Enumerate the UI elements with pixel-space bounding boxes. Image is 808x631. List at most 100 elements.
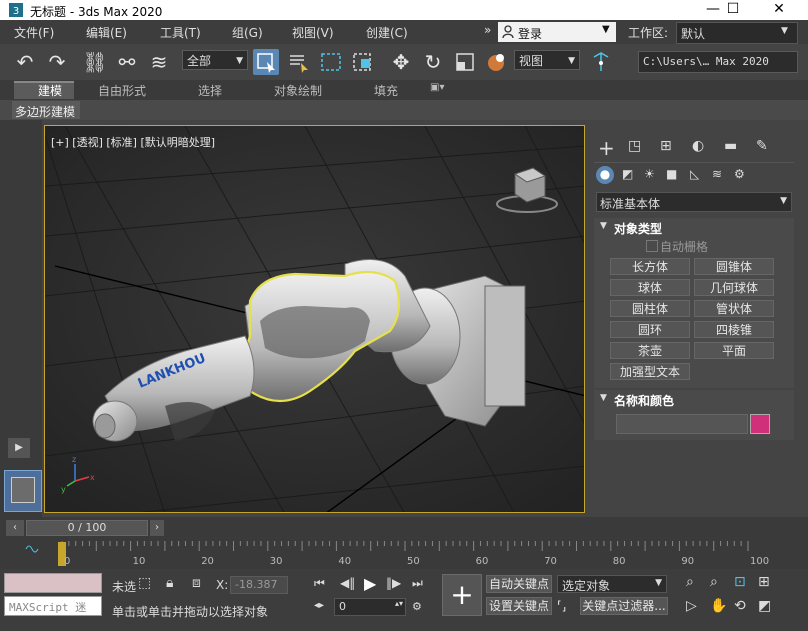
lights-icon[interactable]: ☀ [644,167,655,181]
viewport-layout-button[interactable] [4,470,42,512]
workspace-select[interactable]: 默认 ▼ [676,22,798,44]
play-icon[interactable]: ▶ [364,574,376,593]
utilities-tab-icon[interactable]: ✎ [756,138,768,154]
collapse-icon[interactable]: ▼ [600,393,607,403]
shapes-icon[interactable]: ◩ [622,167,633,181]
display-tab-icon[interactable]: ▬ [724,138,737,154]
menu-view[interactable]: 视图(V) [292,24,334,41]
hierarchy-tab-icon[interactable]: ⊞ [660,138,672,154]
pivot-center-icon[interactable] [588,49,614,75]
chevron-right-icon[interactable]: › [150,520,164,536]
zoom-all-icon[interactable]: ⌕ [710,574,718,590]
go-to-end-icon[interactable]: ⏭ [412,576,423,591]
maximize-viewport-icon[interactable]: ◩ [758,598,771,614]
track-bar[interactable]: 0 10 20 30 40 50 60 70 80 90 100 [0,539,808,569]
auto-key-button[interactable]: 自动关键点 [486,575,552,593]
undo-icon[interactable]: ↶ [12,49,38,75]
redo-icon[interactable]: ↷ [44,49,70,75]
object-name-input[interactable] [616,414,748,434]
tab-object-paint[interactable]: 对象绘制 [274,82,322,99]
zoom-icon[interactable]: ⌕ [686,574,694,590]
tab-modeling[interactable]: 建模 [38,82,62,99]
menu-file[interactable]: 文件(F) [14,24,54,41]
create-pyramid-button[interactable]: 四棱锥 [694,321,774,338]
menu-overflow-button[interactable]: » [484,23,491,37]
link-icon[interactable]: ⛓ [82,49,108,75]
create-box-button[interactable]: 长方体 [610,258,690,275]
maximize-button[interactable]: ☐ [710,0,756,20]
helpers-icon[interactable]: ◺ [690,167,699,181]
create-tab-icon[interactable]: + [598,136,615,160]
isolate-selection-icon[interactable]: ⬚ [138,575,151,591]
select-object-icon[interactable] [253,49,279,75]
autogrid-checkbox[interactable] [646,240,658,252]
ribbon-options-icon[interactable]: ▣▾ [430,82,444,93]
create-cylinder-button[interactable]: 圆柱体 [610,300,690,317]
menu-tools[interactable]: 工具(T) [160,24,201,41]
maxscript-input[interactable]: MAXScript 迷 [4,596,102,616]
expand-right-icon[interactable]: ▶ [8,438,30,458]
menu-edit[interactable]: 编辑(E) [86,24,127,41]
time-config-icon[interactable]: ⚙ [412,600,422,613]
set-key-button[interactable]: 设置关键点 [486,597,552,615]
project-path-field[interactable]: C:\Users\… Max 2020 [638,51,798,73]
create-cone-button[interactable]: 圆锥体 [694,258,774,275]
polygon-modeling-panel[interactable]: 多边形建模 [12,101,80,119]
pan-icon[interactable]: ✋ [710,598,727,614]
menu-create[interactable]: 创建(C) [366,24,408,41]
tab-freeform[interactable]: 自由形式 [98,82,146,99]
move-icon[interactable]: ✥ [388,49,414,75]
x-coordinate-field[interactable]: -18.387 [230,576,288,594]
key-mode-icon[interactable]: ◂▸ [314,600,324,611]
create-geosphere-button[interactable]: 几何球体 [694,279,774,296]
selection-filter-select[interactable]: 全部 ▼ [182,50,248,70]
collapse-icon[interactable]: ▼ [600,221,607,231]
rect-selection-region-icon[interactable] [318,49,344,75]
field-of-view-icon[interactable]: ▷ [686,598,697,614]
next-frame-icon[interactable]: ‖▶ [386,576,401,590]
selected-object-select[interactable]: 选定对象 ▼ [557,575,667,593]
systems-icon[interactable]: ⚙ [734,167,745,181]
perspective-viewport[interactable]: LANKHOU z x y [+] [透视] [标准] [默认明暗处理] [44,125,585,513]
key-filters-button[interactable]: 关键点过滤器... [580,597,668,615]
motion-tab-icon[interactable]: ◐ [692,138,704,154]
close-button[interactable]: ✕ [756,0,802,20]
ref-coord-select[interactable]: 视图 ▼ [514,50,580,70]
time-slider-thumb[interactable]: 0 / 100 [26,520,148,536]
tab-populate[interactable]: 填充 [374,82,398,99]
orbit-icon[interactable]: ⟲ [734,598,746,614]
tab-selection[interactable]: 选择 [198,82,222,99]
zoom-extents-all-icon[interactable]: ⊞ [758,574,770,590]
viewport-label-menu[interactable]: [+] [透视] [标准] [默认明暗处理] [51,134,215,150]
lock-icon[interactable]: 🔒︎ [166,575,173,591]
zoom-extents-icon[interactable]: ⊡ [734,574,746,590]
create-sphere-button[interactable]: 球体 [610,279,690,296]
absolute-mode-icon[interactable]: ⧈ [192,575,201,591]
cameras-icon[interactable]: ■ [666,167,677,181]
previous-frame-icon[interactable]: ◀‖ [340,576,355,590]
modify-tab-icon[interactable]: ◳ [628,138,641,154]
set-key-large-button[interactable]: + [442,574,482,616]
menu-group[interactable]: 组(G) [232,24,263,41]
current-frame-spinner[interactable]: 0 ▴▾ [334,598,406,616]
login-dropdown[interactable]: 登录 ▼ [498,22,616,42]
object-color-swatch[interactable] [750,414,770,434]
geometry-icon[interactable]: ● [596,166,614,184]
create-plane-button[interactable]: 平面 [694,342,774,359]
category-select[interactable]: 标准基本体 ▼ [596,192,792,212]
maxscript-listener[interactable] [4,573,102,593]
create-textplus-button[interactable]: 加强型文本 [610,363,690,380]
go-to-start-icon[interactable]: ⏮ [314,576,325,591]
create-tube-button[interactable]: 管状体 [694,300,774,317]
rotate-icon[interactable]: ↻ [420,49,446,75]
bind-spacewarp-icon[interactable]: ≋ [146,49,172,75]
create-teapot-button[interactable]: 茶壶 [610,342,690,359]
place-icon[interactable] [484,49,510,75]
select-by-name-icon[interactable] [285,49,311,75]
create-torus-button[interactable]: 圆环 [610,321,690,338]
unlink-icon[interactable]: ⚯ [114,49,140,75]
scale-icon[interactable] [452,49,478,75]
chevron-left-icon[interactable]: ‹ [6,520,24,536]
spacewarps-icon[interactable]: ≋ [712,167,722,181]
window-crossing-icon[interactable] [350,49,376,75]
